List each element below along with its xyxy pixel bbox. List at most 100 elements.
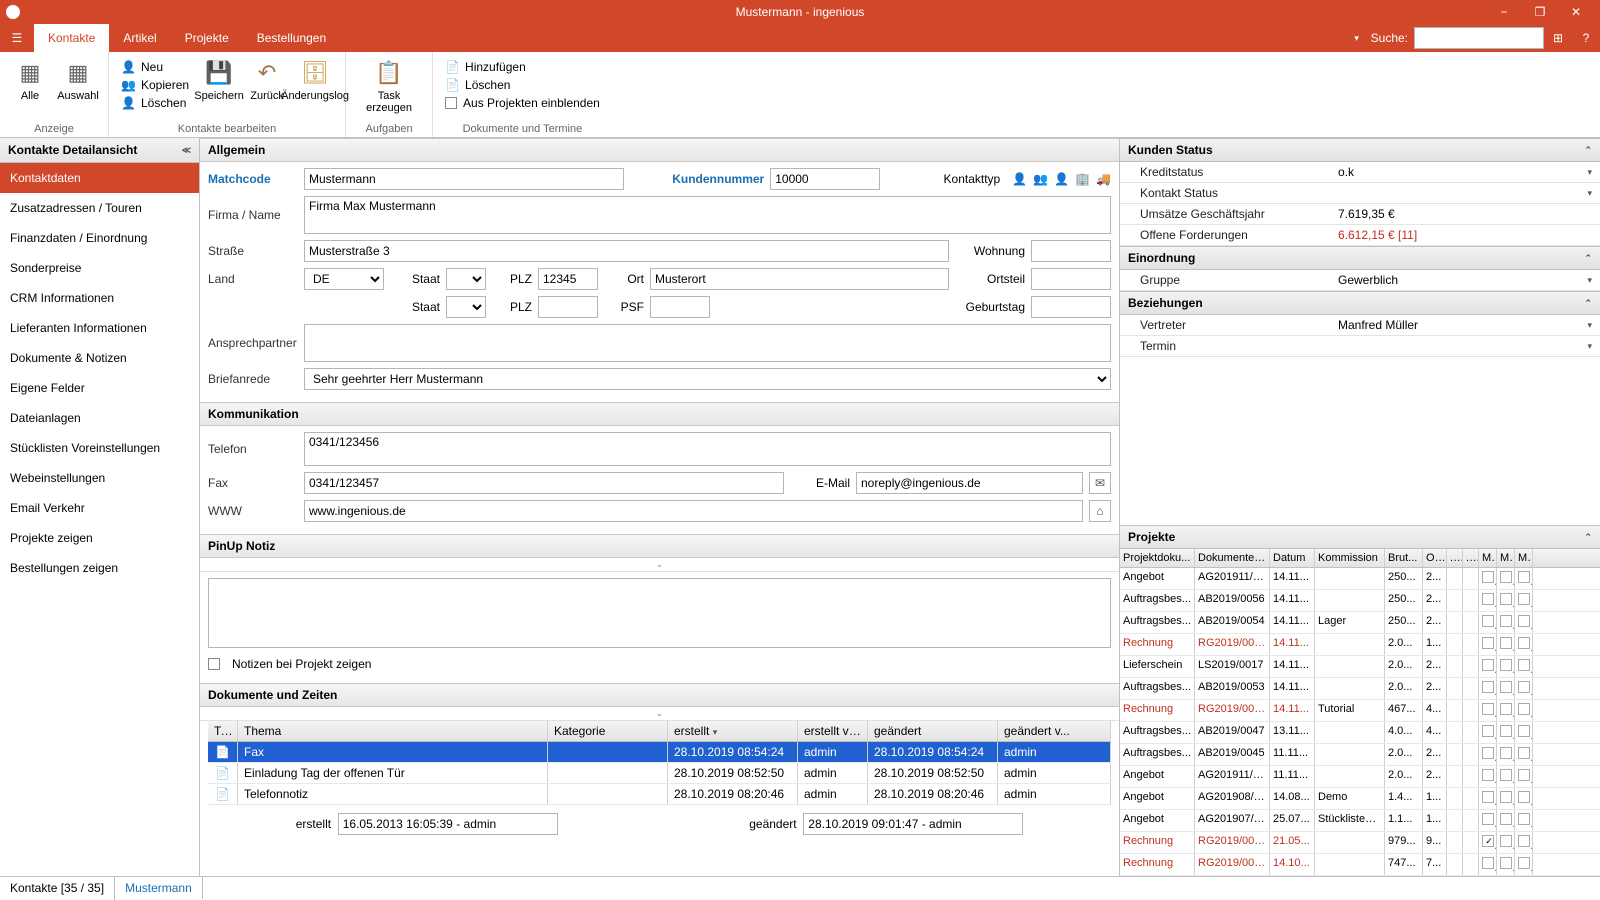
checkbox-icon[interactable] bbox=[1482, 637, 1494, 649]
ribbon-doc-del[interactable]: 📄Löschen bbox=[441, 78, 604, 92]
proj-col[interactable]: Dokumenten... bbox=[1195, 549, 1270, 567]
checkbox-icon[interactable] bbox=[1518, 615, 1530, 627]
checkbox-icon[interactable] bbox=[1500, 813, 1512, 825]
checkbox-icon[interactable] bbox=[1518, 769, 1530, 781]
checkbox-icon[interactable] bbox=[1518, 857, 1530, 869]
table-row[interactable]: 📄 Einladung Tag der offenen Tür 28.10.20… bbox=[208, 763, 1111, 784]
checkbox-icon[interactable] bbox=[1482, 835, 1494, 847]
sidebar-item-5[interactable]: Lieferanten Informationen bbox=[0, 313, 199, 343]
table-row[interactable]: RechnungRG2019/001014.10...747...7... bbox=[1120, 854, 1600, 876]
sidebar-item-11[interactable]: Email Verkehr bbox=[0, 493, 199, 523]
geb-input[interactable] bbox=[1031, 296, 1111, 318]
checkbox-icon[interactable] bbox=[1500, 835, 1512, 847]
proj-col[interactable]: Datum bbox=[1270, 549, 1315, 567]
checkbox-icon[interactable] bbox=[1500, 725, 1512, 737]
footer-tab-list[interactable]: Kontakte [35 / 35] bbox=[0, 877, 115, 900]
checkbox-icon[interactable] bbox=[1482, 615, 1494, 627]
col-erstellt[interactable]: erstellt ▾ bbox=[668, 721, 798, 741]
sidebar-item-8[interactable]: Dateianlagen bbox=[0, 403, 199, 433]
checkbox-icon[interactable] bbox=[1500, 571, 1512, 583]
help-icon[interactable]: ? bbox=[1572, 24, 1600, 52]
kredit-value[interactable]: o.k bbox=[1338, 165, 1354, 179]
col-geaendert[interactable]: geändert bbox=[868, 721, 998, 741]
dropdown-icon[interactable]: ▾ bbox=[1587, 167, 1592, 178]
collapse-icon[interactable]: ≪ bbox=[182, 145, 191, 156]
ribbon-alle[interactable]: ▦Alle bbox=[8, 56, 52, 121]
sidebar-item-13[interactable]: Bestellungen zeigen bbox=[0, 553, 199, 583]
table-row[interactable]: AngebotAG201911/0...14.11...250...2... bbox=[1120, 568, 1600, 590]
checkbox-icon[interactable] bbox=[1518, 725, 1530, 737]
ansprech-input[interactable] bbox=[304, 324, 1111, 362]
dropdown-icon[interactable]: ▾ bbox=[1587, 341, 1592, 352]
gruppe-value[interactable]: Gewerblich bbox=[1338, 273, 1398, 287]
pinup-input[interactable] bbox=[208, 578, 1111, 648]
tab-projekte[interactable]: Projekte bbox=[171, 24, 243, 52]
tab-bestellungen[interactable]: Bestellungen bbox=[243, 24, 340, 52]
ribbon-doc-proj[interactable]: Aus Projekten einblenden bbox=[441, 96, 604, 110]
checkbox-icon[interactable] bbox=[1518, 681, 1530, 693]
dropdown-icon[interactable]: ▾ bbox=[1587, 275, 1592, 286]
checkbox-icon[interactable] bbox=[1500, 637, 1512, 649]
proj-col[interactable]: Projektdoku... bbox=[1120, 549, 1195, 567]
checkbox-icon[interactable] bbox=[1482, 593, 1494, 605]
rp-status-hdr[interactable]: Kunden Status⌃ bbox=[1120, 138, 1600, 162]
proj-col[interactable]: Kommission bbox=[1315, 549, 1385, 567]
checkbox-icon[interactable] bbox=[1482, 791, 1494, 803]
firma-input[interactable]: Firma Max Mustermann bbox=[304, 196, 1111, 234]
proj-col[interactable]: M2 bbox=[1497, 549, 1515, 567]
vertreter-value[interactable]: Manfred Müller bbox=[1338, 318, 1418, 332]
checkbox-icon[interactable] bbox=[1518, 813, 1530, 825]
search-input[interactable] bbox=[1414, 27, 1544, 49]
table-row[interactable]: RechnungRG2019/001314.11...Tutorial467..… bbox=[1120, 700, 1600, 722]
proj-col[interactable]: ... bbox=[1447, 549, 1463, 567]
www-button[interactable]: ⌂ bbox=[1089, 500, 1111, 522]
ort-input[interactable] bbox=[650, 268, 949, 290]
psf-input[interactable] bbox=[650, 296, 710, 318]
sidebar-item-4[interactable]: CRM Informationen bbox=[0, 283, 199, 313]
ribbon-doc-add[interactable]: 📄Hinzufügen bbox=[441, 60, 604, 74]
checkbox-icon[interactable] bbox=[1482, 813, 1494, 825]
truck-icon[interactable]: 🚚 bbox=[1096, 172, 1111, 186]
checkbox-icon[interactable] bbox=[1518, 835, 1530, 847]
projekte-header[interactable]: Projekte⌃ bbox=[1120, 525, 1600, 549]
tab-kontakte[interactable]: Kontakte bbox=[34, 24, 109, 52]
email-button[interactable]: ✉ bbox=[1089, 472, 1111, 494]
wohnung-input[interactable] bbox=[1031, 240, 1111, 262]
checkbox-icon[interactable] bbox=[1482, 747, 1494, 759]
footer-tab-detail[interactable]: Mustermann bbox=[115, 876, 203, 899]
kundennr-input[interactable] bbox=[770, 168, 880, 190]
ribbon-loeschen[interactable]: 👤Löschen bbox=[117, 96, 193, 110]
checkbox-icon[interactable] bbox=[1500, 593, 1512, 605]
checkbox-icon[interactable] bbox=[1482, 681, 1494, 693]
tab-artikel[interactable]: Artikel bbox=[109, 24, 170, 52]
table-row[interactable]: Auftragsbes...AB2019/005314.11...2.0...2… bbox=[1120, 678, 1600, 700]
checkbox-icon[interactable] bbox=[1482, 703, 1494, 715]
sidebar-item-6[interactable]: Dokumente & Notizen bbox=[0, 343, 199, 373]
col-typ[interactable]: Typ bbox=[208, 721, 238, 741]
pinup-checkbox[interactable] bbox=[208, 658, 220, 670]
land-select[interactable]: DE bbox=[304, 268, 384, 290]
strasse-input[interactable] bbox=[304, 240, 949, 262]
email-input[interactable] bbox=[856, 472, 1083, 494]
search-chevron-icon[interactable]: ▾ bbox=[1343, 24, 1371, 52]
checkbox-icon[interactable] bbox=[1518, 659, 1530, 671]
app-menu-icon[interactable]: ☰ bbox=[0, 24, 34, 52]
close-button[interactable]: ✕ bbox=[1558, 5, 1594, 19]
sidebar-item-3[interactable]: Sonderpreise bbox=[0, 253, 199, 283]
checkbox-icon[interactable] bbox=[1482, 725, 1494, 737]
rp-einord-hdr[interactable]: Einordnung⌃ bbox=[1120, 246, 1600, 270]
person-icon[interactable]: 👤 bbox=[1012, 172, 1027, 186]
sidebar-item-12[interactable]: Projekte zeigen bbox=[0, 523, 199, 553]
checkbox-icon[interactable] bbox=[1500, 791, 1512, 803]
table-row[interactable]: AngebotAG201907/0...25.07...Stücklistent… bbox=[1120, 810, 1600, 832]
ribbon-kopieren[interactable]: 👥Kopieren bbox=[117, 78, 193, 92]
col-kat[interactable]: Kategorie bbox=[548, 721, 668, 741]
ribbon-neu[interactable]: 👤Neu bbox=[117, 60, 193, 74]
table-row[interactable]: RechnungRG2019/000421.05...979...9... bbox=[1120, 832, 1600, 854]
ribbon-task[interactable]: 📋Task erzeugen bbox=[354, 56, 424, 121]
table-row[interactable]: Auftragsbes...AB2019/004713.11...4.0...4… bbox=[1120, 722, 1600, 744]
staat-select[interactable] bbox=[446, 268, 486, 290]
ribbon-log[interactable]: 🗄Änderungslog bbox=[293, 56, 337, 121]
fax-input[interactable] bbox=[304, 472, 784, 494]
checkbox-icon[interactable] bbox=[1518, 571, 1530, 583]
